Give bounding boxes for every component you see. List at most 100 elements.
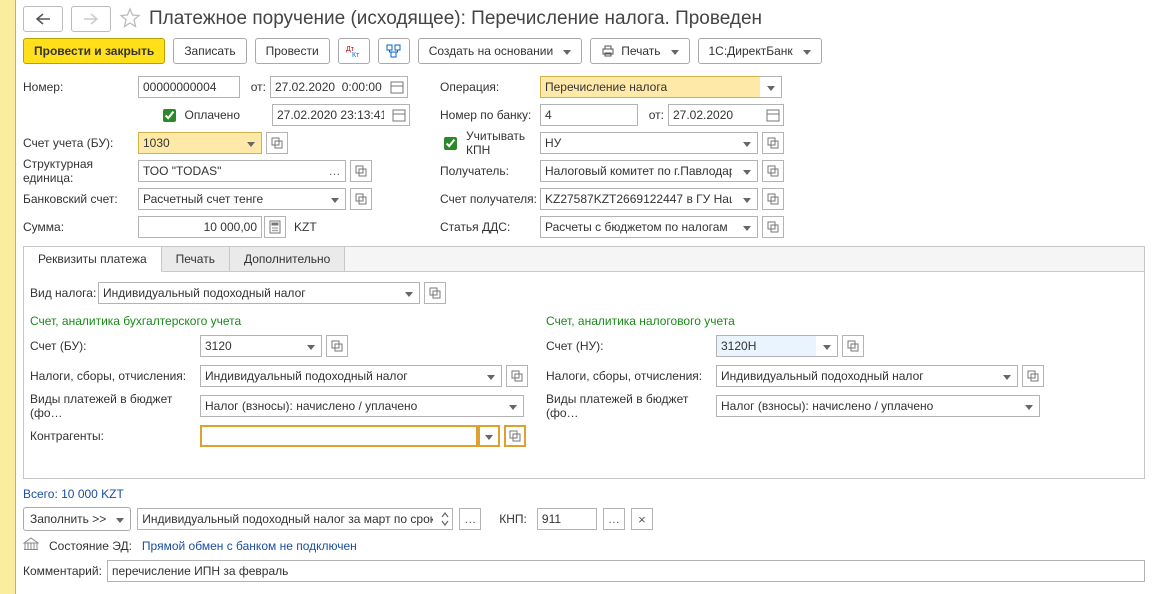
recipient-account-label: Счет получателя: bbox=[440, 192, 540, 206]
write-button[interactable]: Записать bbox=[173, 38, 246, 64]
dropdown-icon[interactable] bbox=[502, 395, 524, 417]
dropdown-icon[interactable] bbox=[300, 335, 322, 357]
create-based-button[interactable]: Создать на основании bbox=[418, 38, 583, 64]
recipient-input[interactable] bbox=[540, 160, 736, 182]
operation-label: Операция: bbox=[440, 80, 540, 94]
recipient-label: Получатель: bbox=[440, 164, 540, 178]
open-icon[interactable] bbox=[350, 160, 372, 182]
period-input[interactable] bbox=[137, 508, 437, 530]
open-icon[interactable] bbox=[506, 365, 528, 387]
taxes-bu-input[interactable] bbox=[200, 365, 480, 387]
pay-type-nu-label: Виды платежей в бюджет (фо… bbox=[546, 392, 716, 420]
bank-account-label: Банковский счет: bbox=[23, 192, 138, 206]
open-icon[interactable] bbox=[762, 132, 784, 154]
ellipsis-icon[interactable] bbox=[459, 508, 481, 530]
tab-payment-details[interactable]: Реквизиты платежа bbox=[24, 247, 162, 272]
open-icon[interactable] bbox=[762, 160, 784, 182]
dropdown-icon[interactable] bbox=[240, 132, 262, 154]
ed-state-label: Состояние ЭД: bbox=[49, 539, 132, 553]
dropdown-icon[interactable] bbox=[760, 76, 782, 98]
dropdown-icon[interactable] bbox=[398, 282, 420, 304]
debit-credit-icon[interactable]: ДтКт bbox=[338, 38, 370, 64]
post-button[interactable]: Провести bbox=[255, 38, 330, 64]
taxes-nu-label: Налоги, сборы, отчисления: bbox=[546, 369, 716, 383]
bank-from-label: от: bbox=[638, 108, 668, 122]
paid-datetime-input[interactable] bbox=[272, 104, 388, 126]
structure-icon[interactable] bbox=[378, 38, 410, 64]
spinner-up-down-icon[interactable] bbox=[437, 508, 453, 530]
bank-building-icon bbox=[23, 537, 39, 554]
number-input[interactable] bbox=[138, 76, 240, 98]
caret-down-icon bbox=[563, 44, 571, 58]
dropdown-icon[interactable] bbox=[478, 425, 500, 447]
paid-checkbox[interactable] bbox=[163, 109, 176, 122]
direct-bank-button[interactable]: 1С:ДиректБанк bbox=[698, 38, 822, 64]
taxes-nu-input[interactable] bbox=[716, 365, 996, 387]
dropdown-icon[interactable] bbox=[736, 160, 758, 182]
contragents-input[interactable] bbox=[200, 425, 478, 447]
dropdown-icon[interactable] bbox=[1018, 395, 1040, 417]
direct-bank-label: 1С:ДиректБанк bbox=[709, 44, 793, 58]
dropdown-icon[interactable] bbox=[736, 132, 758, 154]
kpn-checkbox[interactable] bbox=[444, 137, 457, 150]
account-bu-input[interactable] bbox=[138, 132, 240, 154]
bank-number-input[interactable] bbox=[540, 104, 638, 126]
open-icon[interactable] bbox=[424, 282, 446, 304]
ed-state-link[interactable]: Прямой обмен с банком не подключен bbox=[142, 539, 357, 553]
dropdown-icon[interactable] bbox=[480, 365, 502, 387]
nav-back-button[interactable] bbox=[23, 6, 63, 32]
comment-input[interactable] bbox=[107, 560, 1145, 582]
contragents-label: Контрагенты: bbox=[30, 429, 200, 443]
open-icon[interactable] bbox=[842, 335, 864, 357]
dds-input[interactable] bbox=[540, 216, 736, 238]
acct-bu-input[interactable] bbox=[200, 335, 300, 357]
fill-button[interactable]: Заполнить >> bbox=[23, 507, 131, 531]
calendar-icon[interactable] bbox=[386, 76, 408, 98]
tax-kind-input[interactable] bbox=[98, 282, 398, 304]
operation-input[interactable] bbox=[540, 76, 760, 98]
currency-label: KZT bbox=[294, 220, 317, 234]
account-bu-label: Счет учета (БУ): bbox=[23, 136, 138, 150]
post-and-close-button[interactable]: Провести и закрыть bbox=[23, 38, 165, 64]
open-icon[interactable] bbox=[266, 132, 288, 154]
dropdown-icon[interactable] bbox=[736, 216, 758, 238]
kpn-input[interactable] bbox=[540, 132, 736, 154]
acct-nu-input[interactable] bbox=[716, 335, 816, 357]
tab-additional[interactable]: Дополнительно bbox=[230, 247, 345, 271]
bank-account-input[interactable] bbox=[138, 188, 324, 210]
create-based-label: Создать на основании bbox=[429, 44, 554, 58]
dropdown-icon[interactable] bbox=[324, 188, 346, 210]
clear-icon[interactable] bbox=[631, 508, 653, 530]
dropdown-icon[interactable] bbox=[736, 188, 758, 210]
calculator-icon[interactable] bbox=[264, 216, 286, 238]
open-icon[interactable] bbox=[350, 188, 372, 210]
comment-label: Комментарий: bbox=[23, 564, 101, 578]
struct-unit-input[interactable] bbox=[138, 160, 324, 182]
calendar-icon[interactable] bbox=[388, 104, 410, 126]
bank-number-label: Номер по банку: bbox=[440, 108, 540, 122]
open-icon[interactable] bbox=[762, 216, 784, 238]
print-button[interactable]: Печать bbox=[590, 38, 689, 64]
ellipsis-icon[interactable] bbox=[603, 508, 625, 530]
open-icon[interactable] bbox=[1022, 365, 1044, 387]
pay-type-bu-input[interactable] bbox=[200, 395, 502, 417]
svg-text:Кт: Кт bbox=[352, 52, 360, 58]
open-icon[interactable] bbox=[504, 425, 526, 447]
recipient-account-input[interactable] bbox=[540, 188, 736, 210]
nav-forward-button[interactable] bbox=[71, 6, 111, 32]
sum-input[interactable] bbox=[138, 216, 262, 238]
bank-date-input[interactable] bbox=[668, 104, 762, 126]
tab-print[interactable]: Печать bbox=[162, 247, 230, 271]
knp-input[interactable] bbox=[537, 508, 597, 530]
ellipsis-icon[interactable] bbox=[324, 160, 346, 182]
dropdown-icon[interactable] bbox=[996, 365, 1018, 387]
datetime-input[interactable] bbox=[270, 76, 386, 98]
page-title: Платежное поручение (исходящее): Перечис… bbox=[149, 8, 762, 30]
pay-type-nu-input[interactable] bbox=[716, 395, 1018, 417]
favorite-star-icon[interactable] bbox=[119, 7, 141, 32]
open-icon[interactable] bbox=[762, 188, 784, 210]
dropdown-icon[interactable] bbox=[816, 335, 838, 357]
open-icon[interactable] bbox=[326, 335, 348, 357]
sum-label: Сумма: bbox=[23, 220, 138, 234]
calendar-icon[interactable] bbox=[762, 104, 784, 126]
